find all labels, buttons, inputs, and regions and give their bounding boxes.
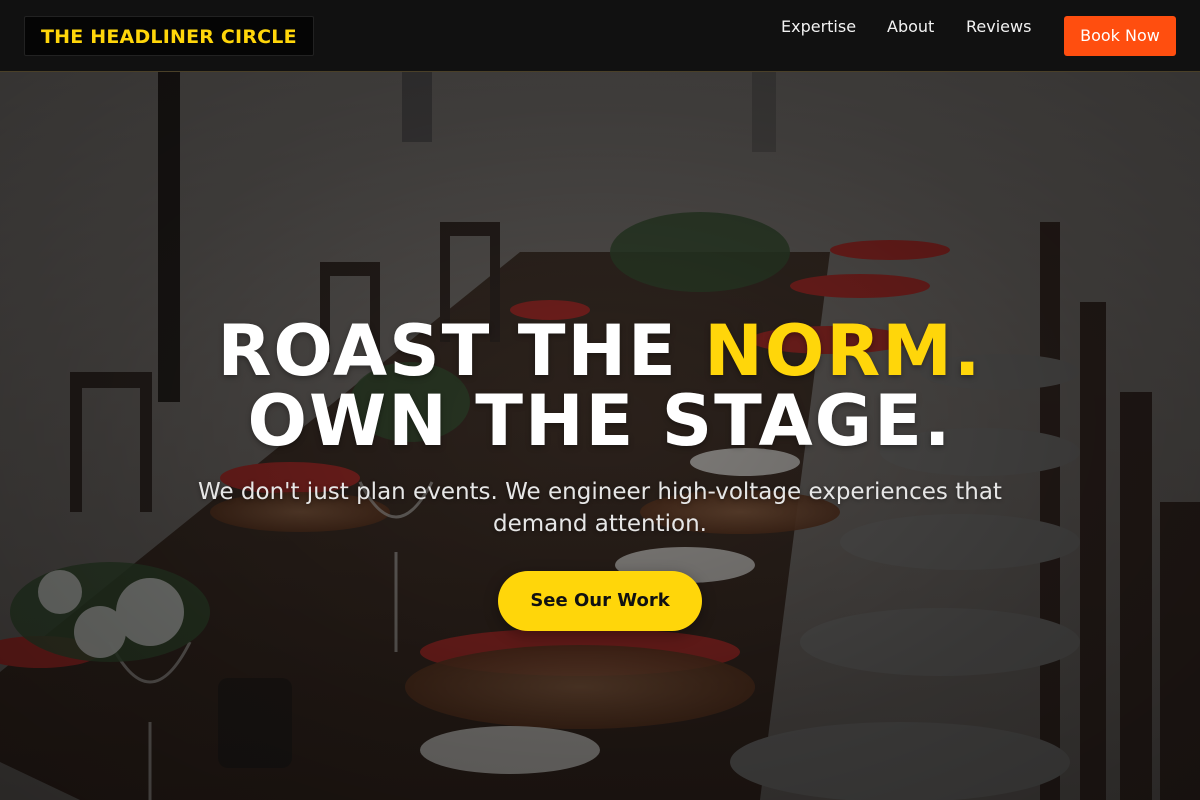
- hero-headline: ROAST THE NORM. OWN THE STAGE.: [0, 316, 1200, 456]
- site-logo[interactable]: THE HEADLINER CIRCLE: [24, 16, 314, 56]
- nav-link-reviews[interactable]: Reviews: [966, 17, 1031, 37]
- see-our-work-button[interactable]: See Our Work: [498, 571, 702, 631]
- nav-link-expertise[interactable]: Expertise: [781, 17, 856, 37]
- site-header: THE HEADLINER CIRCLE Expertise About Rev…: [0, 0, 1200, 72]
- hero-headline-line1: ROAST THE NORM.: [0, 316, 1200, 386]
- nav-link-about[interactable]: About: [887, 17, 934, 37]
- hero-headline-line2: OWN THE STAGE.: [247, 380, 953, 462]
- book-now-button[interactable]: Book Now: [1064, 16, 1176, 56]
- hero-subtext: We don't just plan events. We engineer h…: [198, 479, 1002, 537]
